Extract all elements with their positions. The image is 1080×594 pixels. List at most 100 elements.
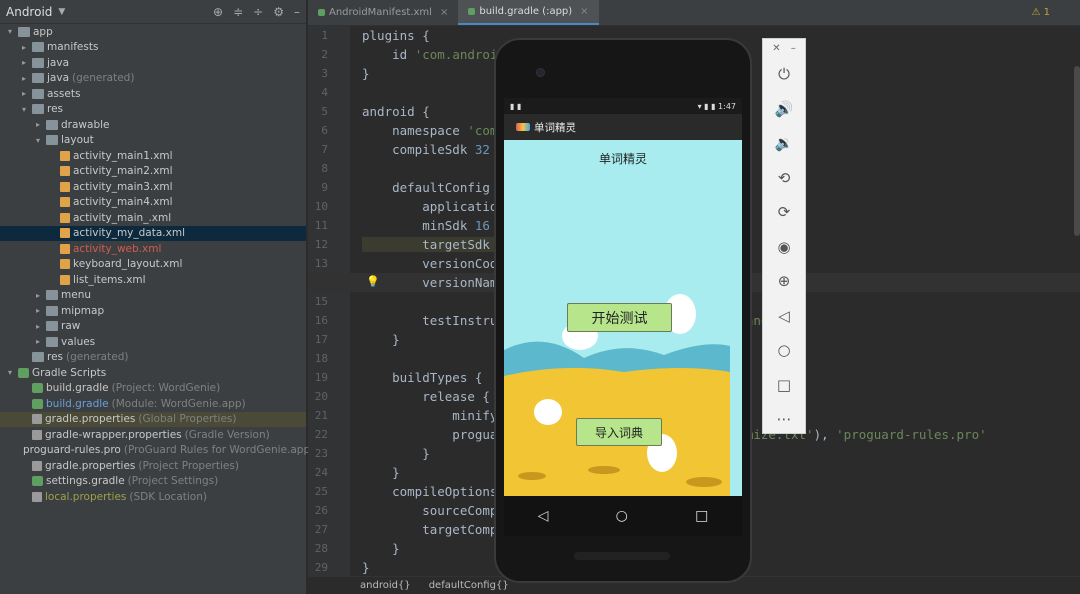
tree-item[interactable]: activity_main4.xml [0, 195, 306, 211]
rotate-right-icon[interactable]: ⟳ [763, 195, 805, 230]
tree-item[interactable]: local.properties (SDK Location) [0, 489, 306, 505]
tree-item[interactable]: ▾ app [0, 24, 306, 40]
code-token: } [362, 465, 400, 480]
tree-item[interactable]: ▾ res [0, 102, 306, 118]
code-token: defaultConfig { [362, 180, 505, 195]
home-icon[interactable]: ○ [616, 508, 628, 524]
gradle-icon [32, 398, 43, 409]
tree-item-label: menu [61, 289, 91, 302]
import-dictionary-button[interactable]: 导入词典 [576, 418, 662, 446]
tree-item[interactable]: ▸ mipmap [0, 303, 306, 319]
tree-item[interactable]: ▸ java (generated) [0, 71, 306, 87]
volume-up-icon[interactable]: 🔊 [763, 92, 805, 127]
power-icon[interactable]: ⏻ [763, 57, 805, 92]
chevron-down-icon[interactable]: ▾ [18, 105, 30, 114]
chevron-right-icon[interactable]: ▸ [32, 337, 44, 346]
navigation-bar: ◁ ○ □ [504, 496, 742, 536]
tree-item[interactable]: build.gradle (Project: WordGenie) [0, 381, 306, 397]
overview-icon[interactable]: □ [763, 368, 805, 403]
chevron-right-icon[interactable]: ▸ [18, 58, 30, 67]
chevron-down-icon[interactable]: ▾ [4, 368, 16, 377]
tree-item[interactable]: activity_main2.xml [0, 164, 306, 180]
collapse-icon[interactable]: ≑ [233, 5, 243, 19]
tree-item[interactable]: ▸ assets [0, 86, 306, 102]
chevron-down-icon[interactable]: ▾ [4, 27, 16, 36]
minimize-icon[interactable]: – [294, 5, 300, 19]
tree-item[interactable]: gradle.properties (Global Properties) [0, 411, 306, 427]
chevron-down-icon[interactable]: ▾ [32, 136, 44, 145]
start-test-button[interactable]: 开始测试 [567, 303, 672, 332]
line-number: 22 [314, 428, 328, 441]
camera-icon[interactable]: ◉ [763, 230, 805, 265]
tree-item[interactable]: res (generated) [0, 350, 306, 366]
tree-item[interactable]: list_items.xml [0, 272, 306, 288]
code-token: compileOptions [362, 484, 498, 499]
tree-item[interactable]: activity_main_.xml [0, 210, 306, 226]
tree-item-label: build.gradle [46, 397, 109, 410]
tree-item[interactable]: activity_main3.xml [0, 179, 306, 195]
chevron-right-icon[interactable]: ▸ [32, 322, 44, 331]
tree-item[interactable]: ▸ raw [0, 319, 306, 335]
recents-icon[interactable]: □ [695, 508, 708, 524]
chevron-right-icon[interactable]: ▸ [32, 306, 44, 315]
line-number-gutter: 1234567891011121314151617181920212223242… [308, 26, 350, 576]
volume-down-icon[interactable]: 🔉 [763, 126, 805, 161]
tree-item[interactable]: ▾ Gradle Scripts [0, 365, 306, 381]
breadcrumb-item[interactable]: android{} [360, 580, 411, 591]
warning-indicator[interactable]: ⚠ 1 [1031, 7, 1050, 18]
chevron-right-icon[interactable]: ▸ [18, 89, 30, 98]
xml-file-icon [60, 212, 70, 223]
chevron-right-icon[interactable]: ▸ [18, 74, 30, 83]
close-icon[interactable]: ✕ [772, 43, 780, 54]
line-number: 17 [314, 333, 328, 346]
tree-item[interactable]: build.gradle (Module: WordGenie.app) [0, 396, 306, 412]
locate-icon[interactable]: ⊕ [213, 5, 223, 19]
editor-scrollbar[interactable] [1074, 66, 1080, 236]
zoom-icon[interactable]: ⊕ [763, 264, 805, 299]
app-title: 单词精灵 [534, 121, 576, 134]
tree-item[interactable]: proguard-rules.pro (ProGuard Rules for Wo… [0, 443, 314, 459]
tree-item[interactable]: settings.gradle (Project Settings) [0, 474, 306, 490]
breadcrumb-item[interactable]: defaultConfig{} [429, 580, 509, 591]
folder-icon [46, 305, 58, 316]
tree-item[interactable]: ▸ java [0, 55, 306, 71]
tree-item-label: list_items.xml [73, 273, 146, 286]
minimize-icon[interactable]: – [791, 43, 796, 54]
tree-item-hint: (ProGuard Rules for WordGenie.app) [123, 444, 315, 457]
editor-tab[interactable]: build.gradle (:app) × [458, 0, 599, 25]
code-token: } [362, 560, 370, 575]
gear-icon[interactable]: ⚙ [273, 5, 284, 19]
home-icon[interactable]: ○ [763, 333, 805, 368]
tree-item-label: activity_main1.xml [73, 149, 173, 162]
chevron-right-icon[interactable]: ▸ [32, 291, 44, 300]
chevron-right-icon[interactable]: ▸ [32, 120, 44, 129]
expand-icon[interactable]: ÷ [253, 5, 263, 19]
xml-file-icon [60, 181, 70, 192]
code-line: versionName [362, 273, 505, 292]
tree-item[interactable]: activity_main1.xml [0, 148, 306, 164]
line-number: 9 [321, 181, 328, 194]
more-icon[interactable]: ⋯ [763, 402, 805, 437]
tree-item[interactable]: activity_my_data.xml [0, 225, 306, 241]
folder-icon [46, 336, 58, 347]
tree-item[interactable]: activity_web.xml [0, 241, 306, 257]
back-icon[interactable]: ◁ [538, 508, 549, 524]
tree-item[interactable]: gradle.properties (Project Properties) [0, 458, 306, 474]
tree-item[interactable]: ▾ layout [0, 133, 306, 149]
code-token: proguar [362, 427, 505, 442]
rotate-left-icon[interactable]: ⟲ [763, 161, 805, 196]
gradle-icon [32, 383, 43, 394]
editor-tab[interactable]: AndroidManifest.xml × [308, 0, 458, 25]
close-icon[interactable]: × [580, 6, 588, 17]
tree-item[interactable]: ▸ values [0, 334, 306, 350]
code-token: android { [362, 104, 430, 119]
tree-item[interactable]: ▸ menu [0, 288, 306, 304]
tree-item[interactable]: ▸ manifests [0, 40, 306, 56]
back-icon[interactable]: ◁ [763, 299, 805, 334]
close-icon[interactable]: × [440, 7, 448, 18]
chevron-right-icon[interactable]: ▸ [18, 43, 30, 52]
tree-item[interactable]: ▸ drawable [0, 117, 306, 133]
code-line: } [362, 558, 370, 577]
tree-item[interactable]: keyboard_layout.xml [0, 257, 306, 273]
tree-item[interactable]: gradle-wrapper.properties (Gradle Version… [0, 427, 306, 443]
